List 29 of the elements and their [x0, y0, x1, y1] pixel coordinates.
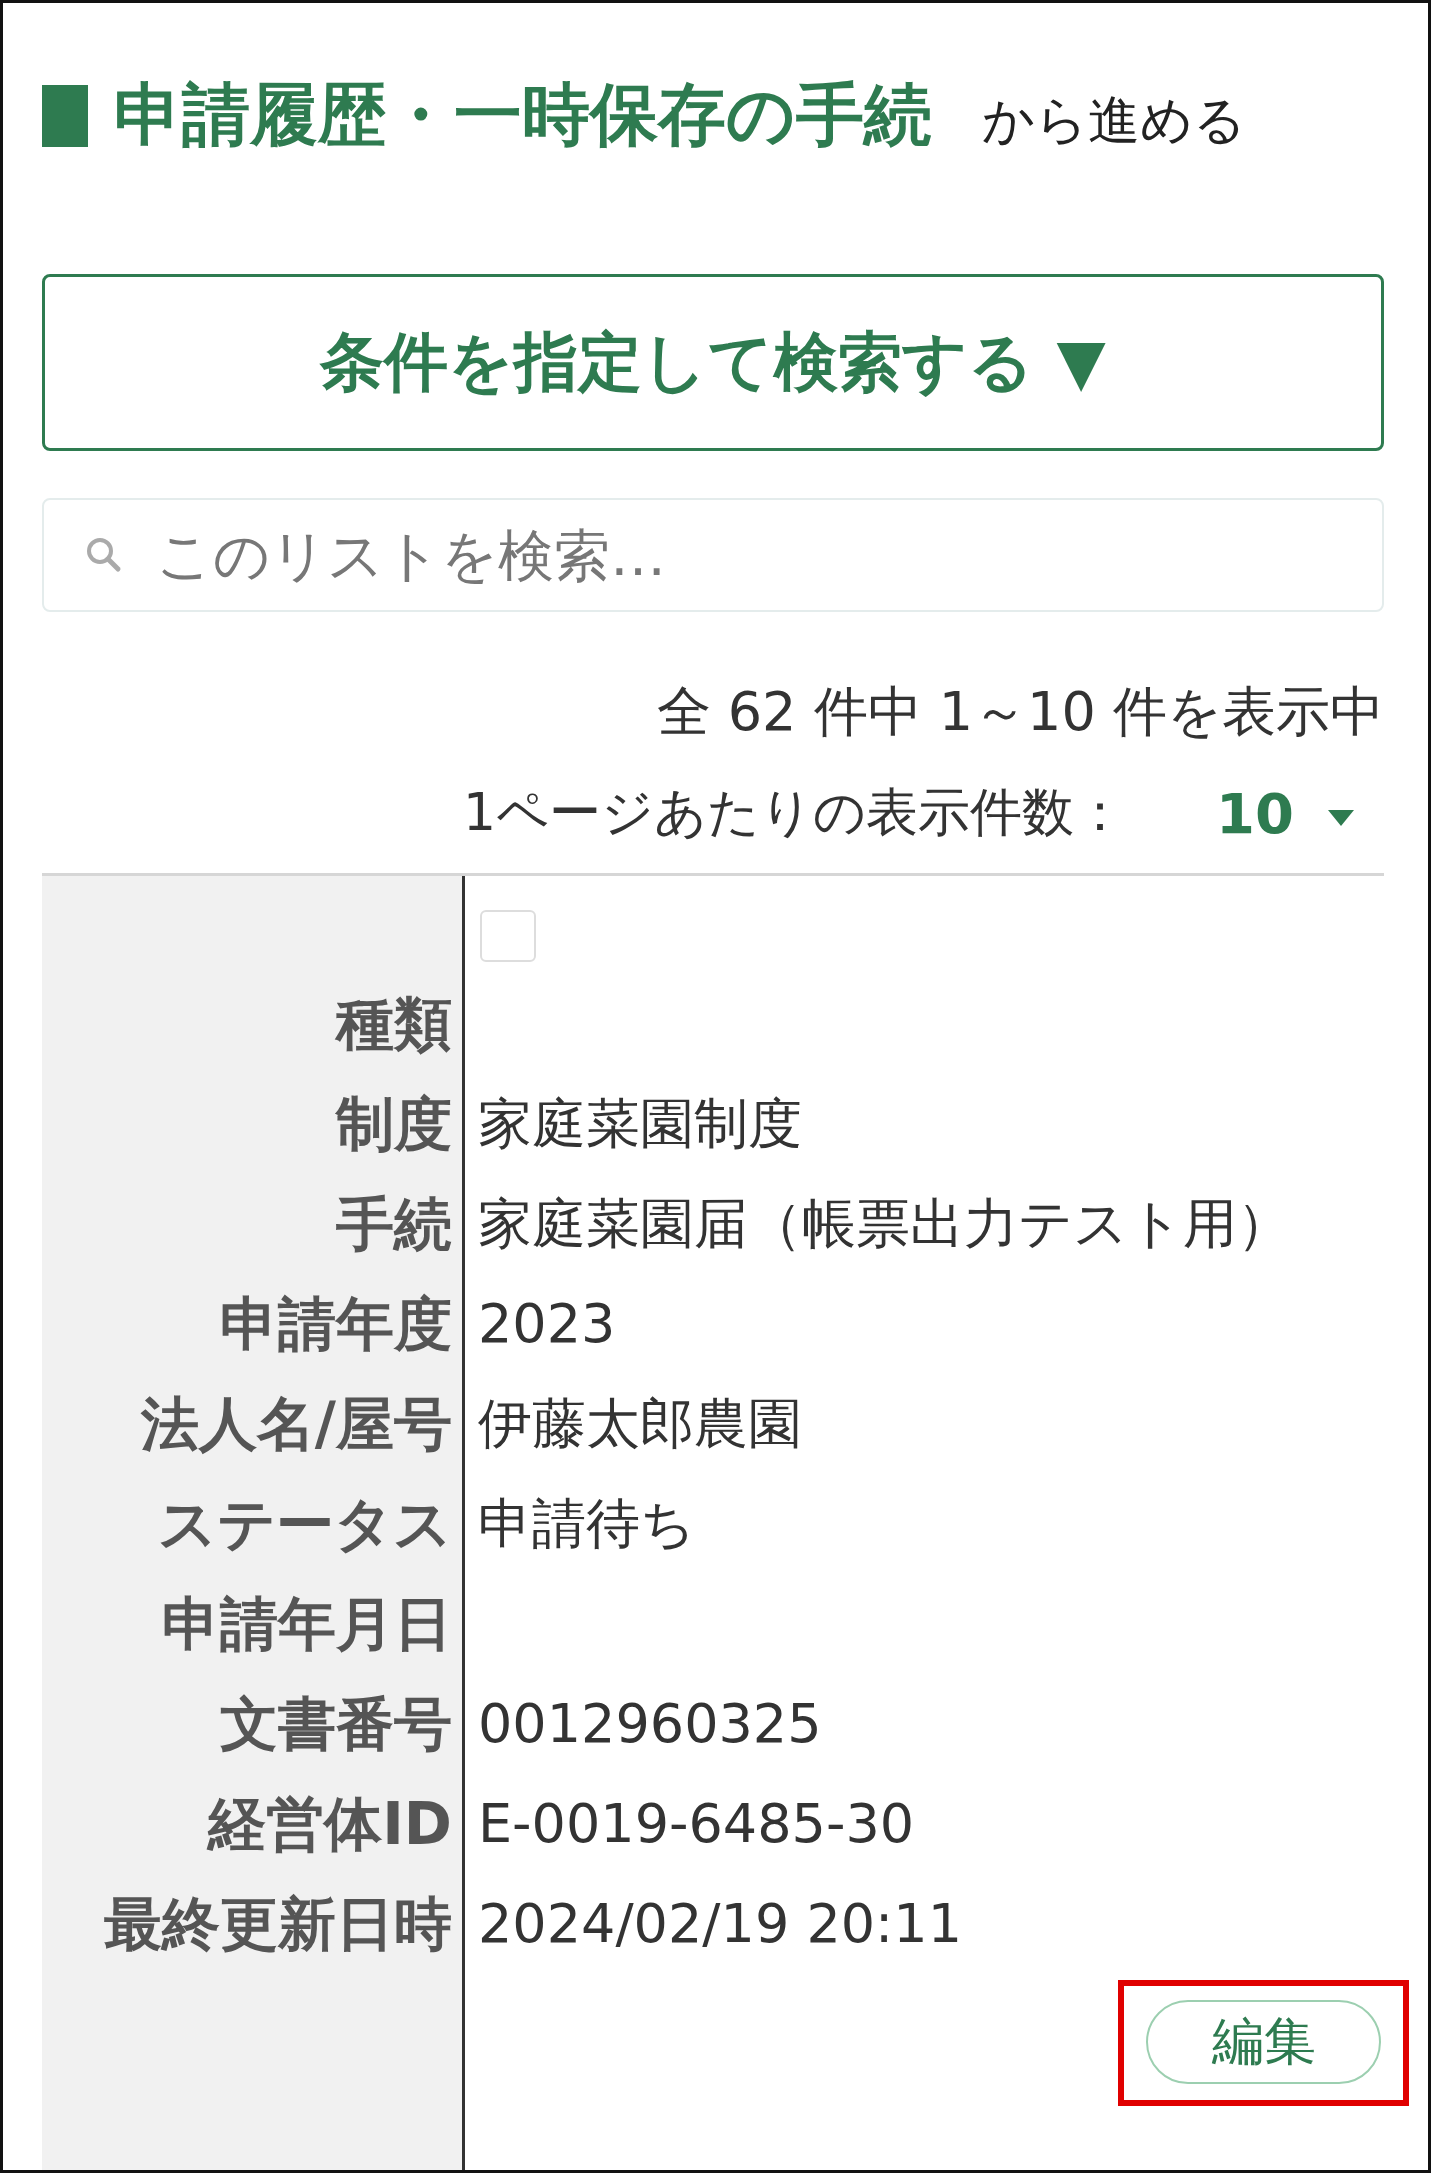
search-field[interactable]: このリストを検索…	[42, 498, 1384, 612]
field-value: 家庭菜園届（帳票出力テスト用）	[477, 1191, 1292, 1257]
title-suffix: から進める	[982, 90, 1246, 150]
field-label: 最終更新日時	[103, 1889, 453, 1960]
field-value: 2023	[477, 1291, 617, 1357]
per-page-select[interactable]: 10	[1216, 780, 1354, 846]
page-title: 申請履歴・一時保存の手続	[114, 75, 932, 154]
checkbox[interactable]	[480, 910, 536, 962]
field-label: 法人名/屋号	[139, 1389, 453, 1460]
field-label: 手続	[335, 1189, 453, 1260]
field-label: 申請年月日	[161, 1589, 453, 1660]
heading-bar-icon	[42, 85, 88, 147]
per-page-label: 1ページあたりの表示件数：	[462, 781, 1127, 844]
field-value: 申請待ち	[477, 1491, 696, 1557]
edit-button[interactable]: 編集	[1146, 2000, 1381, 2084]
result-count: 全 62 件中 1～10 件を表示中	[656, 679, 1384, 745]
field-value: 家庭菜園制度	[477, 1091, 803, 1157]
field-value: E-0019-6485-30	[477, 1791, 916, 1857]
field-value: 0012960325	[477, 1691, 823, 1757]
field-value: 2024/02/19 20:11	[477, 1891, 964, 1957]
field-label: 文書番号	[219, 1689, 453, 1760]
field-label: ステータス	[157, 1489, 453, 1560]
field-label: 経営体ID	[205, 1789, 453, 1860]
field-label: 制度	[334, 1089, 453, 1160]
field-value: 伊藤太郎農園	[477, 1391, 803, 1457]
field-label: 申請年度	[219, 1289, 453, 1360]
dropdown-caret-icon	[1328, 810, 1354, 828]
search-conditions-button[interactable]: 条件を指定して検索する ▼	[42, 274, 1384, 451]
field-label: 種類	[334, 989, 453, 1060]
